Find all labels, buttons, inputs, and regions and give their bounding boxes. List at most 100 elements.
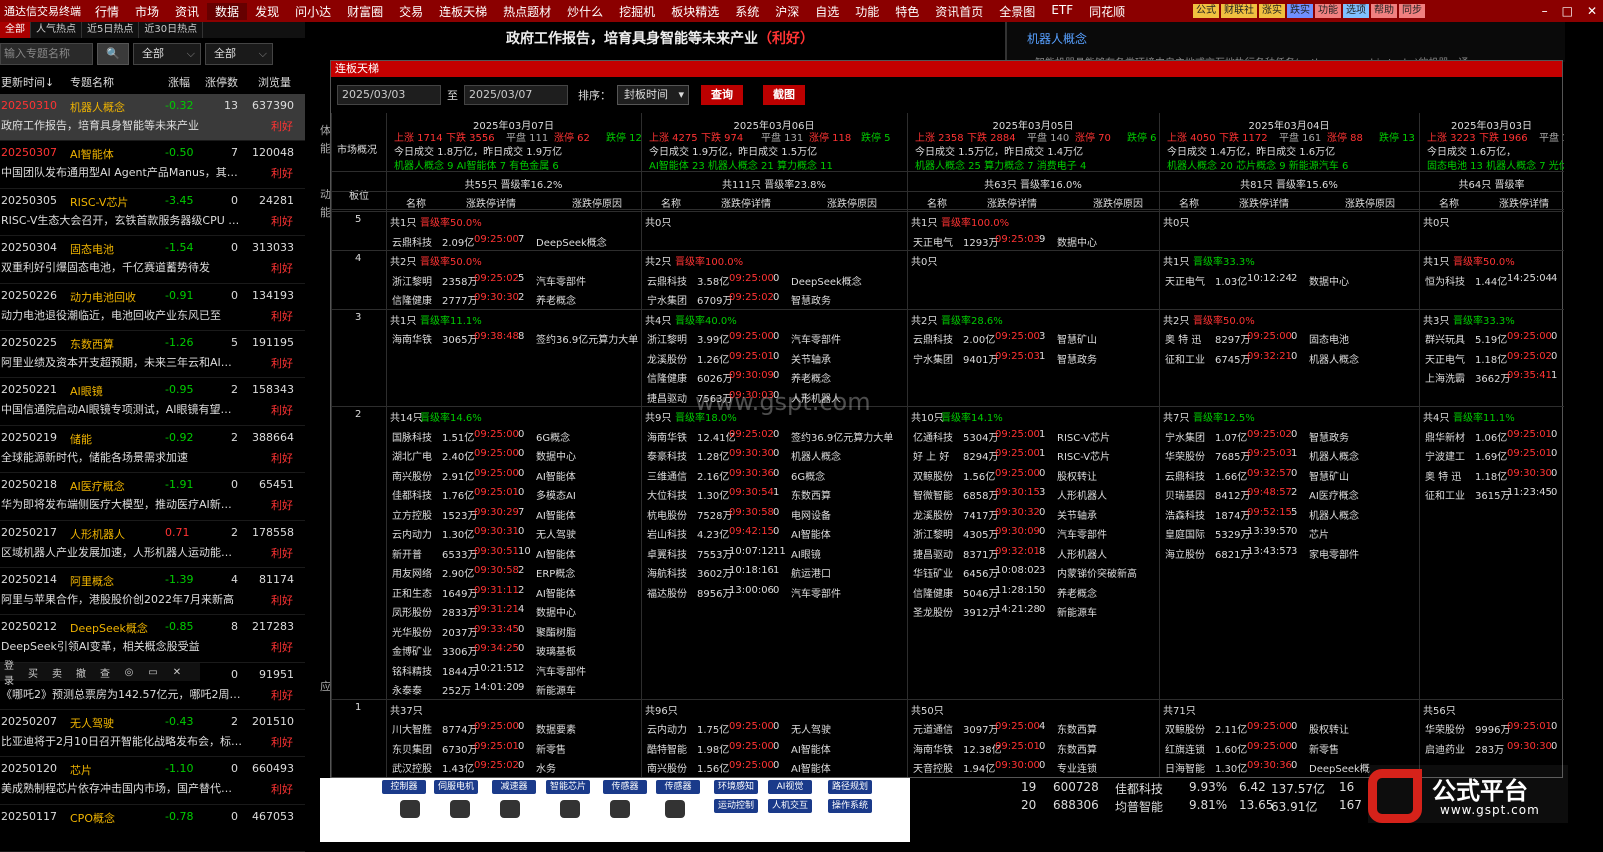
screenshot-button[interactable]: 截图	[763, 85, 805, 105]
topic-search-input[interactable]: 输入专题名称	[0, 43, 93, 65]
settings-icon[interactable]: ◎	[122, 667, 136, 678]
topic-row[interactable]: 20250117 CPO概念 -0.78 0 467053	[0, 805, 305, 852]
menu-item[interactable]: 交易	[391, 3, 431, 20]
topic-row[interactable]: 20250212 DeepSeek概念 -0.85 8 217283 DeepSeek引领…	[0, 615, 305, 663]
close-icon[interactable]: ✕	[170, 667, 184, 678]
row-limit-up: 0	[231, 478, 238, 492]
col-views[interactable]: 浏览量	[258, 74, 291, 92]
menu-item[interactable]: 财富圈	[339, 3, 391, 20]
menu-item[interactable]: 功能	[847, 3, 887, 20]
stock-name: 信隆健康	[392, 296, 432, 307]
left-tab[interactable]: 近5日热点	[82, 22, 140, 38]
toolbar-chip[interactable]: 涨实	[1259, 4, 1285, 18]
menu-item[interactable]: 市场	[127, 3, 167, 20]
menu-item[interactable]: 特色	[887, 3, 927, 20]
col-topic-name[interactable]: 专题名称	[70, 74, 114, 92]
close-icon[interactable]: ✕	[1587, 0, 1597, 22]
minimize-icon[interactable]: –	[1542, 0, 1548, 22]
topic-row[interactable]: 20250304 固态电池 -1.54 0 313033 双重利好引爆固态电池，千亿赛道蓄…	[0, 236, 305, 284]
dialog-title[interactable]: 连板天梯	[331, 61, 1562, 77]
stock-name: 浙江黎明	[392, 276, 432, 288]
left-tab[interactable]: 全部	[0, 22, 31, 38]
menu-item[interactable]: 数据	[207, 2, 248, 20]
topic-row[interactable]: 20250217 人形机器人 0.71 2 178558 区域机器人产业发展加速，人形机器…	[0, 521, 305, 568]
stock-name: 杭电股份	[647, 510, 687, 522]
menu-item[interactable]: 系统	[727, 3, 767, 20]
stock-open-count: 0	[1291, 331, 1298, 342]
diagram-label: 传感器	[603, 780, 647, 794]
toolbar-chip[interactable]: 选项	[1343, 4, 1369, 18]
topic-row[interactable]: 20250310 机器人概念 -0.32 13 637390 政府工作报告，培育具身智能等…	[0, 94, 305, 142]
query-button[interactable]: 查	[98, 665, 112, 680]
left-tab[interactable]: 近30日热点	[139, 22, 204, 38]
stock-open-count: 0	[773, 760, 780, 771]
query-button[interactable]: 查询	[701, 85, 743, 105]
menu-item[interactable]: 全景图	[991, 3, 1043, 20]
filter-select-1[interactable]: 全部 ⌵	[133, 43, 201, 65]
menu-item[interactable]: 资讯首页	[927, 3, 991, 20]
menu-item[interactable]: 沪深	[767, 3, 807, 20]
menu-item[interactable]: 发现	[247, 3, 287, 20]
sort-select[interactable]: 封板时间 ▾	[617, 85, 689, 105]
date-to-input[interactable]: 2025/03/07	[464, 85, 568, 105]
col-header: 名称	[661, 199, 681, 210]
topic-list: 20250310 机器人概念 -0.32 13 637390 政府工作报告，培育具身智能等…	[0, 94, 305, 852]
menu-item[interactable]: 连板天梯	[431, 3, 495, 20]
topic-row[interactable]: 20250225 东数西算 -1.26 5 191195 阿里业绩及资本开支超预期，未来三…	[0, 331, 305, 379]
stock-reason: 签约36.9亿元算力大单	[536, 335, 639, 346]
toolbar-chip[interactable]: 公式	[1193, 4, 1219, 18]
toolbar-chip[interactable]: 功能	[1315, 4, 1341, 18]
menu-item[interactable]: ETF	[1043, 3, 1081, 20]
cancel-order-button[interactable]: 撤	[74, 665, 88, 680]
topic-row[interactable]: 20250218 AI医疗概念 -1.91 0 65451 华为即将发布端侧医疗大模型，推…	[0, 473, 305, 521]
col-header: 涨跌停原因	[827, 199, 877, 210]
col-update-time[interactable]: 更新时间↓	[1, 74, 54, 92]
level-count: 共9只	[645, 413, 672, 424]
toolbar-chip[interactable]: 帮助	[1371, 4, 1397, 18]
stock-open-count: 2	[518, 292, 525, 303]
menu-item[interactable]: 自选	[807, 3, 847, 20]
stock-reason: AI智能体	[791, 764, 831, 775]
brand-watermark: 公式平台 www.gspt.com	[1368, 765, 1568, 823]
stock-open-count: 0	[518, 623, 525, 635]
menu-item[interactable]: 炒什么	[559, 3, 611, 20]
stock-amount: 4305万	[963, 530, 999, 541]
quote-cell: 167	[1339, 798, 1362, 812]
menu-item[interactable]: 行情	[87, 3, 127, 20]
topic-row[interactable]: 20250120 芯片 -1.10 0 660493 美成熟制程芯片依存冲击国内市场，国产…	[0, 757, 305, 805]
topic-row[interactable]: 20250305 RISC-V芯片 -3.45 0 24281 RISC-V生态大会召开，…	[0, 189, 305, 237]
topic-row[interactable]: 20250214 阿里概念 -1.39 4 81174 阿里与苹果合作，港股股价创2022…	[0, 568, 305, 616]
toolbar-chip[interactable]: 同步	[1399, 4, 1425, 18]
menu-item[interactable]: 热点题材	[495, 3, 559, 20]
window-icon[interactable]: ▭	[146, 667, 160, 678]
menu-item[interactable]: 同花顺	[1081, 3, 1133, 20]
topic-row[interactable]: 20250221 AI眼镜 -0.95 2 158343 中国信通院启动AI眼镜专项测试，…	[0, 378, 305, 426]
filter-select-2[interactable]: 全部 ⌵	[205, 43, 273, 65]
toolbar-chip[interactable]: 跌实	[1287, 4, 1313, 18]
col-change[interactable]: 涨幅	[168, 74, 190, 92]
date-from-input[interactable]: 2025/03/03	[337, 85, 441, 105]
menu-item[interactable]: 资讯	[167, 3, 207, 20]
stock-name: 南兴股份	[392, 471, 432, 483]
left-tab[interactable]: 人气热点	[31, 22, 82, 38]
sell-button[interactable]: 卖	[50, 665, 64, 680]
toolbar-chip[interactable]: 财联社	[1221, 4, 1257, 18]
topic-row[interactable]: 20250207 无人驾驶 -0.43 2 201510 比亚迪将于2月10日召开智能化战…	[0, 710, 305, 758]
topic-row[interactable]: 20250219 储能 -0.92 2 388664 全球能源新时代，储能各场景需求加速 利…	[0, 426, 305, 474]
stock-seal-time: 09:25:00	[1247, 740, 1292, 752]
stock-name: 亿通科技	[913, 432, 953, 444]
login-button[interactable]: 登录	[2, 657, 16, 687]
maximize-icon[interactable]: □	[1562, 0, 1573, 22]
topic-row[interactable]: 20250226 动力电池回收 -0.91 0 134193 动力电池退役潮临近，电池回收…	[0, 284, 305, 331]
stock-name: 天音控股	[913, 764, 953, 775]
center-watermark: www.gspt.com	[695, 388, 871, 416]
topic-row[interactable]: 20250307 AI智能体 -0.50 7 120048 中国团队发布通用型AI Age…	[0, 141, 305, 189]
stock-seal-time: 09:25:03	[1247, 448, 1292, 459]
buy-button[interactable]: 买	[26, 665, 40, 680]
stock-name: 三维通信	[647, 471, 687, 483]
search-button[interactable]: 🔍	[97, 43, 129, 65]
menu-item[interactable]: 问小达	[287, 3, 339, 20]
col-limit-up-count[interactable]: 涨停数	[205, 74, 238, 92]
menu-item[interactable]: 板块精选	[663, 3, 727, 20]
menu-item[interactable]: 挖掘机	[611, 3, 663, 20]
